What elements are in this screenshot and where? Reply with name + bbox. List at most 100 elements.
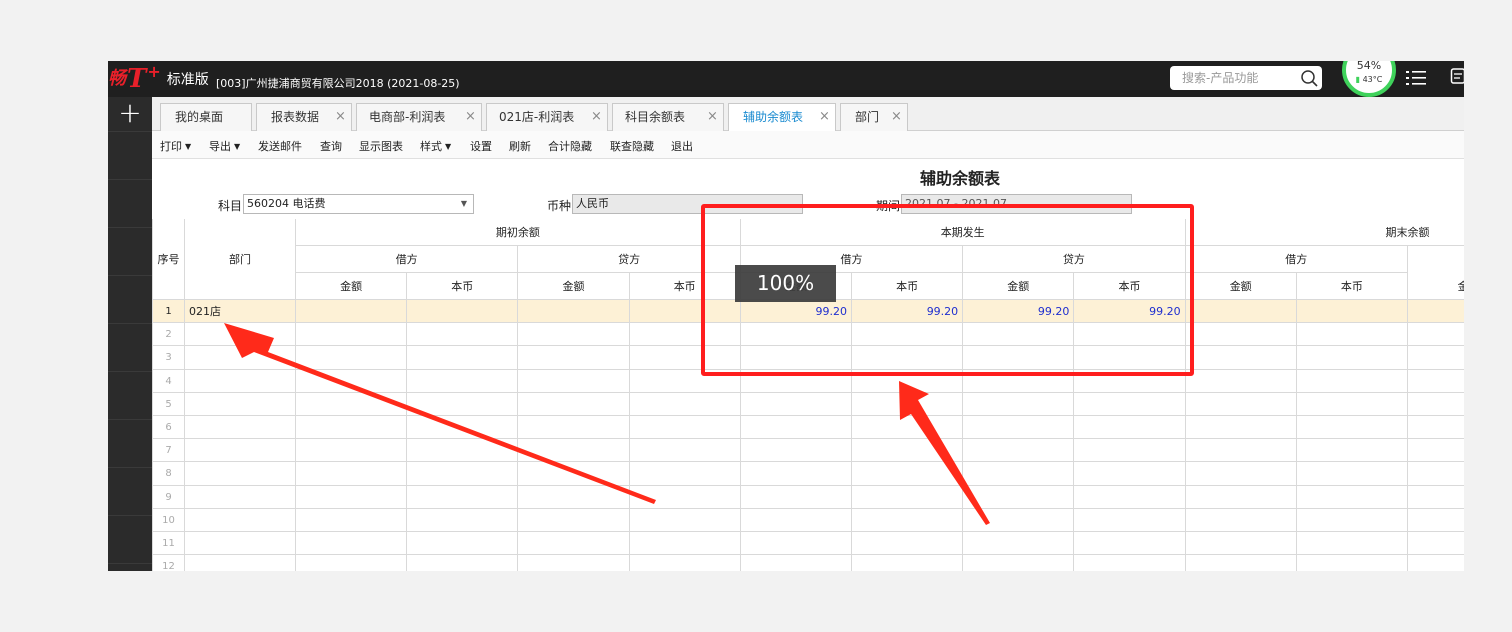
value-cell[interactable] — [407, 300, 519, 324]
value-cell[interactable] — [407, 392, 519, 416]
value-cell[interactable] — [518, 323, 630, 347]
value-cell[interactable] — [518, 369, 630, 393]
value-cell[interactable] — [1185, 392, 1297, 416]
value-cell[interactable] — [296, 323, 408, 347]
query-button[interactable]: 查询 — [320, 138, 342, 154]
value-cell[interactable] — [407, 485, 519, 509]
close-icon[interactable]: × — [335, 104, 346, 130]
value-cell[interactable] — [518, 555, 630, 571]
show-chart-button[interactable]: 显示图表 — [359, 138, 403, 154]
value-cell[interactable] — [518, 439, 630, 463]
value-cell[interactable] — [740, 416, 852, 440]
value-cell[interactable] — [1296, 323, 1408, 347]
value-cell[interactable] — [518, 462, 630, 486]
value-cell[interactable] — [1296, 392, 1408, 416]
value-cell[interactable] — [1185, 508, 1297, 532]
value-cell[interactable] — [629, 439, 741, 463]
system-monitor-widget[interactable]: 54% ▮ 43°C — [1342, 61, 1396, 97]
dept-cell[interactable] — [185, 416, 296, 440]
value-cell[interactable] — [1296, 369, 1408, 393]
value-cell[interactable] — [1296, 439, 1408, 463]
value-cell[interactable] — [407, 323, 519, 347]
value-cell[interactable] — [407, 369, 519, 393]
value-cell[interactable] — [740, 555, 852, 571]
value-cell[interactable] — [629, 416, 741, 440]
value-cell[interactable] — [629, 508, 741, 532]
value-cell[interactable] — [1408, 532, 1464, 556]
value-cell[interactable] — [1074, 532, 1186, 556]
export-button[interactable]: 导出 ▼ — [209, 138, 240, 154]
value-cell[interactable] — [1185, 532, 1297, 556]
dept-cell[interactable] — [185, 369, 296, 393]
value-cell[interactable] — [1296, 346, 1408, 370]
dept-cell[interactable] — [185, 532, 296, 556]
settings-button[interactable]: 设置 — [470, 138, 492, 154]
value-cell[interactable] — [963, 462, 1075, 486]
value-cell[interactable] — [296, 369, 408, 393]
value-cell[interactable] — [407, 508, 519, 532]
value-cell[interactable] — [1074, 485, 1186, 509]
close-icon[interactable]: × — [591, 104, 602, 130]
value-cell[interactable] — [296, 392, 408, 416]
value-cell[interactable] — [1296, 485, 1408, 509]
value-cell[interactable] — [296, 300, 408, 324]
dept-cell[interactable] — [185, 346, 296, 370]
value-cell[interactable] — [740, 392, 852, 416]
value-cell[interactable] — [296, 439, 408, 463]
value-cell[interactable] — [1296, 462, 1408, 486]
value-cell[interactable] — [629, 462, 741, 486]
value-cell[interactable] — [852, 485, 964, 509]
tab-ecommerce-income[interactable]: 电商部-利润表 × — [356, 103, 482, 131]
value-cell[interactable] — [1296, 416, 1408, 440]
refresh-button[interactable]: 刷新 — [509, 138, 531, 154]
value-cell[interactable] — [1074, 392, 1186, 416]
value-cell[interactable] — [1408, 462, 1464, 486]
value-cell[interactable] — [1408, 508, 1464, 532]
dept-cell[interactable] — [185, 323, 296, 347]
value-cell[interactable] — [963, 485, 1075, 509]
value-cell[interactable] — [852, 439, 964, 463]
hide-total-button[interactable]: 合计隐藏 — [548, 138, 592, 154]
value-cell[interactable] — [1185, 439, 1297, 463]
value-cell[interactable] — [296, 532, 408, 556]
value-cell[interactable] — [1074, 555, 1186, 571]
close-icon[interactable]: × — [465, 104, 476, 130]
value-cell[interactable] — [518, 416, 630, 440]
dept-cell[interactable] — [185, 485, 296, 509]
value-cell[interactable] — [852, 416, 964, 440]
value-cell[interactable] — [740, 508, 852, 532]
value-cell[interactable] — [518, 508, 630, 532]
dept-cell[interactable]: 021店 — [185, 300, 296, 324]
tab-store-income[interactable]: 021店-利润表 × — [486, 103, 608, 131]
value-cell[interactable] — [1296, 300, 1408, 324]
value-cell[interactable] — [1074, 508, 1186, 532]
value-cell[interactable] — [963, 392, 1075, 416]
list-menu-icon[interactable] — [1406, 69, 1426, 87]
value-cell[interactable] — [296, 416, 408, 440]
add-icon[interactable]: + — [118, 99, 142, 127]
value-cell[interactable] — [1185, 416, 1297, 440]
dept-cell[interactable] — [185, 392, 296, 416]
value-cell[interactable] — [1074, 416, 1186, 440]
search-box[interactable] — [1170, 66, 1322, 90]
value-cell[interactable] — [1185, 346, 1297, 370]
tab-report-data[interactable]: 报表数据 × — [256, 103, 352, 131]
value-cell[interactable] — [1408, 485, 1464, 509]
value-cell[interactable] — [296, 346, 408, 370]
value-cell[interactable] — [1296, 532, 1408, 556]
subject-select[interactable]: 560204 电话费 ▼ — [243, 194, 474, 214]
value-cell[interactable] — [1074, 462, 1186, 486]
value-cell[interactable] — [629, 555, 741, 571]
value-cell[interactable] — [740, 532, 852, 556]
value-cell[interactable] — [1185, 462, 1297, 486]
value-cell[interactable] — [629, 532, 741, 556]
print-button[interactable]: 打印 ▼ — [160, 138, 191, 154]
value-cell[interactable] — [740, 462, 852, 486]
tab-department[interactable]: 部门 × — [840, 103, 908, 131]
value-cell[interactable] — [740, 485, 852, 509]
style-button[interactable]: 样式 ▼ — [420, 138, 451, 154]
exit-button[interactable]: 退出 — [671, 138, 693, 154]
value-cell[interactable] — [1185, 300, 1297, 324]
value-cell[interactable] — [963, 532, 1075, 556]
value-cell[interactable] — [1408, 300, 1464, 324]
